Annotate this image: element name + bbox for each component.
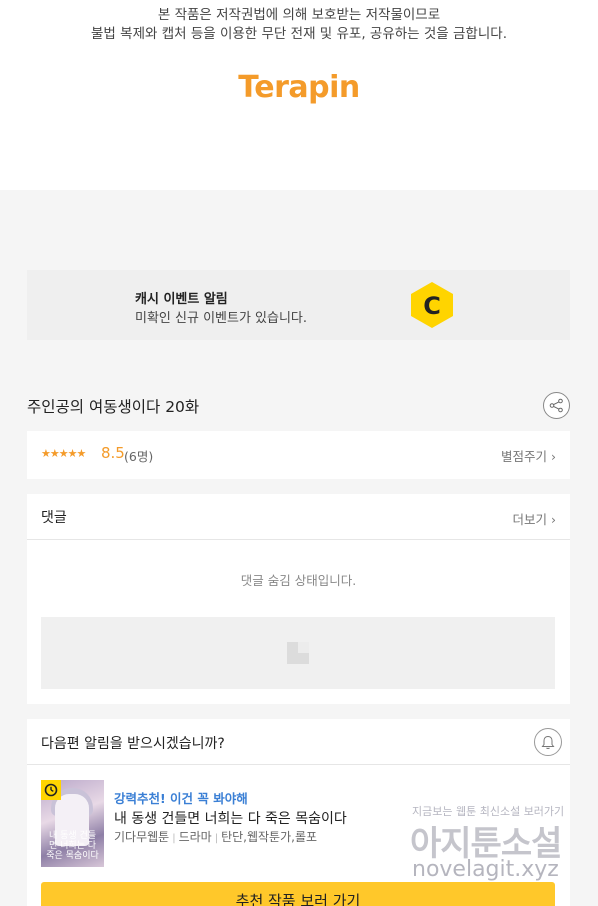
comment-card: 댓글 더보기 › 댓글 숨김 상태입니다. [27,494,570,704]
wait-free-badge [41,780,61,800]
thumbnail-title-text: 내 동생 건들면 너희는 다 죽은 목숨이다 [46,831,99,861]
genre-separator: | [172,833,176,844]
share-icon [549,398,563,413]
genre-tag: 드라마 [178,830,212,844]
chevron-right-icon: › [551,512,556,527]
cash-icon-letter: C [423,292,441,320]
comment-more-label: 더보기 [512,512,548,527]
rate-button[interactable]: 별점주기 › [501,446,556,465]
comment-title: 댓글 [41,510,67,526]
cash-event-title: 캐시 이벤트 알림 [135,292,228,307]
terapin-logo: Terapin [238,70,360,105]
comment-hidden-message: 댓글 숨김 상태입니다. [240,573,357,588]
recommendation-title[interactable]: 내 동생 건들면 너희는 다 죽은 목숨이다 [114,808,347,828]
next-episode-header: 다음편 알림을 받으시겠습니까? [27,719,570,765]
genre-tag: 탄단,웹작툰가,롤포 [221,830,318,844]
comment-more-link[interactable]: 더보기 › [513,509,557,528]
cash-c-icon: C [411,282,453,328]
chevron-right-icon: › [551,449,556,464]
genre-tag: 기다무웹툰 [114,830,170,844]
recommended-thumbnail[interactable]: 내 동생 건들면 너희는 다 죽은 목숨이다 [41,780,104,867]
bell-icon [541,735,555,749]
clock-icon [44,783,58,797]
comment-header: 댓글 더보기 › [27,494,570,540]
cash-event-banner[interactable]: 캐시 이벤트 알림 미확인 신규 이벤트가 있습니다. C [27,270,570,340]
comment-placeholder-icon [287,642,309,664]
cash-event-subtitle: 미확인 신규 이벤트가 있습니다. [135,311,308,326]
see-recommendation-button[interactable]: 추천 작품 보러 가기 [41,882,555,906]
copyright-line-2: 불법 복제와 캡처 등을 이용한 무단 전재 및 유포, 공유하는 것을 금합니… [91,26,507,42]
recommendation-label: 강력추천! 이건 꼭 봐야해 [114,791,248,806]
share-button[interactable] [543,392,570,419]
rating-score: 8.5 [101,444,125,462]
recommendation-genres: 기다무웹툰 | 드라마 | 탄단,웹작툰가,롤포 [114,828,317,845]
next-episode-card: 다음편 알림을 받으시겠습니까? 내 동생 건들면 너희는 다 죽은 목숨이다 … [27,719,570,906]
copyright-line-1: 본 작품은 저작권법에 의해 보호받는 저작물이므로 [157,7,441,23]
copyright-section: 본 작품은 저작권법에 의해 보호받는 저작물이므로 불법 복제와 캡처 등을 … [0,0,598,190]
rate-button-label: 별점주기 [501,449,548,464]
genre-separator: | [214,833,219,844]
next-episode-prompt: 다음편 알림을 받으시겠습니까? [41,736,225,752]
rating-card: ★★★★★ 8.5 (6명) 별점주기 › [27,431,570,479]
recommended-work[interactable]: 내 동생 건들면 너희는 다 죽은 목숨이다 강력추천! 이건 꼭 봐야해 내 … [41,780,541,868]
rating-count: (6명) [124,449,154,464]
comment-input-box[interactable] [41,617,555,689]
episode-title: 주인공의 여동생이다 20화 [27,398,200,416]
rating-stars: ★★★★★ [41,447,86,460]
notification-bell-button[interactable] [534,728,562,756]
